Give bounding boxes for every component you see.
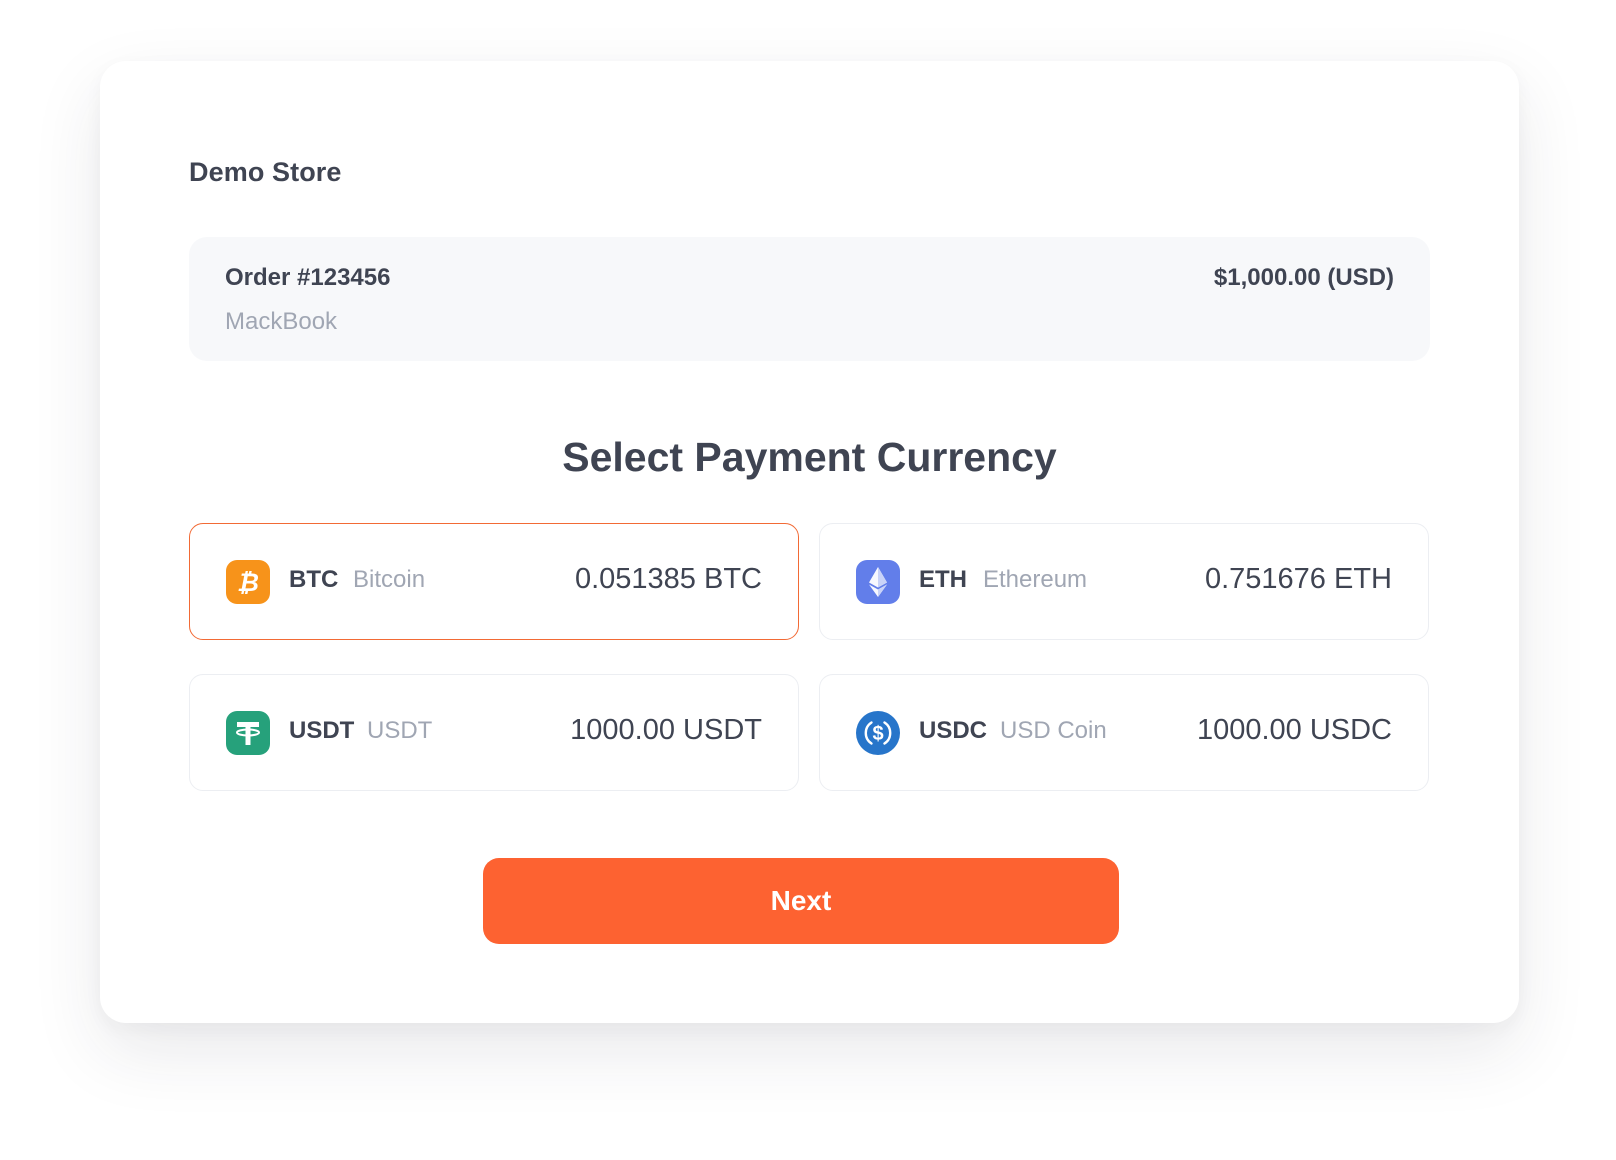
currency-option-usdt[interactable]: USDT USDT 1000.00 USDT [189, 674, 799, 791]
svg-text:₿: ₿ [237, 569, 259, 597]
order-amount: $1,000.00 (USD) [1213, 264, 1394, 291]
currency-name: USD Coin [1000, 717, 1107, 744]
section-title: Select Payment Currency [562, 434, 1057, 480]
currency-amount: 1000.00 USDC [1196, 714, 1392, 746]
currency-name: Bitcoin [353, 566, 426, 593]
currency-symbol: USDT [289, 717, 355, 744]
currency-option-eth[interactable]: ETH Ethereum 0.751676 ETH [819, 523, 1429, 640]
currency-symbol: ETH [919, 566, 967, 593]
order-number: Order #123456 [225, 264, 391, 291]
currency-symbol: USDC [919, 717, 988, 744]
currency-option-btc[interactable]: ₿ BTC Bitcoin 0.051385 BTC [189, 523, 799, 640]
currency-amount: 1000.00 USDT [570, 714, 762, 746]
currency-option-usdc[interactable]: $ USDC USD Coin 1000.00 USDC [819, 674, 1429, 791]
next-button[interactable]: Next [483, 858, 1119, 944]
ethereum-icon [856, 560, 900, 604]
currency-name: Ethereum [983, 566, 1088, 593]
currency-name: USDT [367, 717, 433, 744]
tether-icon [226, 711, 270, 755]
bitcoin-icon: ₿ [226, 560, 270, 604]
order-summary: Order #123456 MackBook $1,000.00 (USD) [189, 237, 1430, 361]
store-name: Demo Store [189, 157, 342, 187]
checkout-card: Demo Store Order #123456 MackBook $1,000… [100, 61, 1519, 1023]
order-item-name: MackBook [225, 308, 338, 335]
svg-text:$: $ [872, 723, 883, 745]
currency-amount: 0.751676 ETH [1204, 563, 1392, 595]
currency-amount: 0.051385 BTC [574, 563, 762, 595]
currency-symbol: BTC [289, 566, 339, 593]
usd-coin-icon: $ [856, 711, 900, 755]
